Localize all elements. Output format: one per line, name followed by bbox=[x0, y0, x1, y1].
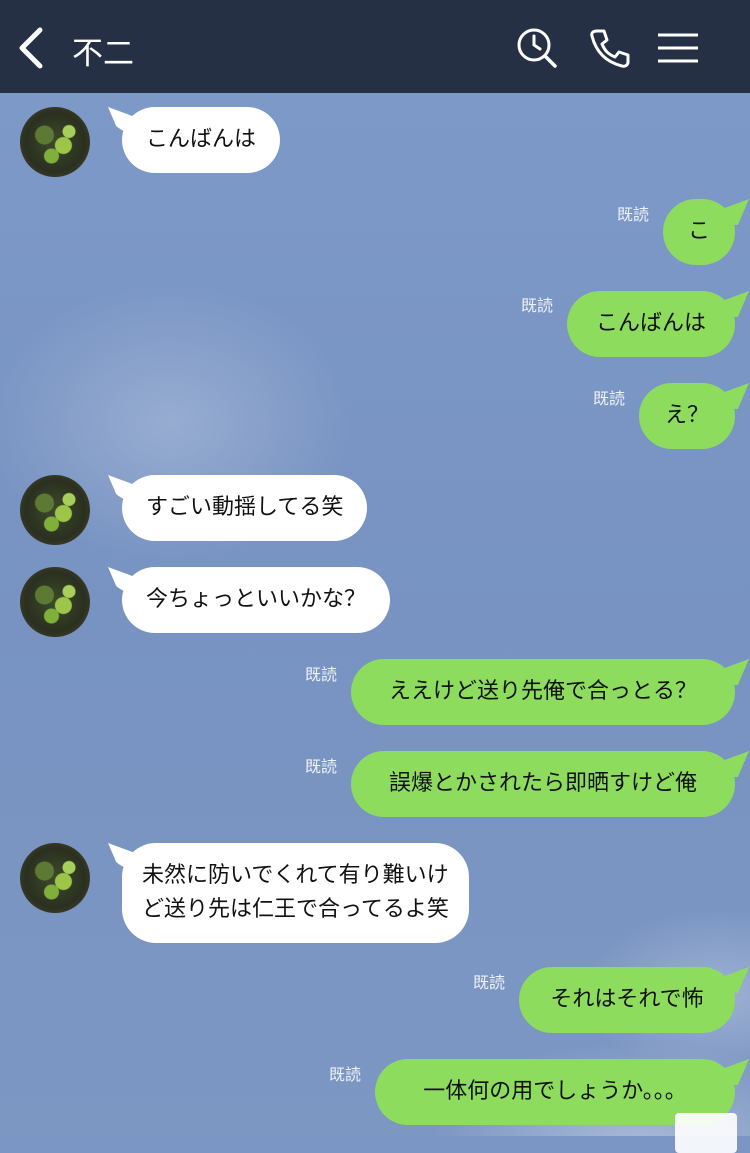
outgoing-message-bubble[interactable]: え？ bbox=[639, 383, 735, 449]
incoming-message-bubble[interactable]: 今ちょっといいかな？ bbox=[122, 567, 391, 633]
incoming-message-bubble[interactable]: 未然に防いでくれて有り難いけ ど送り先は仁王で合ってるよ笑 bbox=[122, 843, 469, 943]
outgoing-message-bubble[interactable]: それはそれで怖 bbox=[519, 967, 735, 1033]
read-receipt: 既読 bbox=[521, 296, 554, 315]
read-receipt: 既読 bbox=[593, 389, 626, 408]
menu-icon[interactable] bbox=[656, 26, 700, 70]
message-text-line: ど送り先は仁王で合ってるよ笑 bbox=[142, 897, 449, 922]
incoming-message-bubble[interactable]: すごい動揺してる笑 bbox=[122, 475, 368, 541]
outgoing-message-bubble[interactable]: こんばんは bbox=[567, 291, 735, 357]
message-text: 誤爆とかされたら即晒すけど俺 bbox=[388, 771, 697, 796]
contact-avatar[interactable] bbox=[20, 567, 90, 637]
chat-title: 不二 bbox=[72, 36, 134, 72]
search-history-icon[interactable] bbox=[515, 26, 559, 70]
contact-avatar[interactable] bbox=[20, 843, 90, 913]
outgoing-message-bubble[interactable]: 誤爆とかされたら即晒すけど俺 bbox=[351, 751, 735, 817]
chat-header: 不二 bbox=[0, 0, 750, 93]
message-text-line: 未然に防いでくれて有り難いけ bbox=[142, 863, 449, 888]
outgoing-message-bubble[interactable]: ええけど送り先俺で合っとる？ bbox=[351, 659, 735, 725]
phone-icon[interactable] bbox=[588, 26, 632, 70]
message-text: ええけど送り先俺で合っとる？ bbox=[388, 679, 697, 704]
contact-avatar[interactable] bbox=[20, 107, 90, 177]
message-text: こ bbox=[687, 219, 710, 244]
message-text: 今ちょっといいかな？ bbox=[146, 587, 367, 612]
back-arrow-icon[interactable] bbox=[14, 26, 48, 70]
outgoing-message-bubble[interactable]: こ bbox=[663, 199, 735, 265]
read-receipt: 既読 bbox=[473, 973, 506, 992]
scroll-to-bottom-button[interactable] bbox=[675, 1113, 737, 1153]
message-text: え？ bbox=[664, 403, 709, 428]
message-text: すごい動揺してる笑 bbox=[146, 495, 344, 520]
incoming-message-bubble[interactable]: こんばんは bbox=[122, 107, 281, 173]
read-receipt: 既読 bbox=[305, 665, 338, 684]
message-text: こんばんは bbox=[146, 127, 257, 152]
read-receipt: 既読 bbox=[305, 757, 338, 776]
message-text: こんばんは bbox=[595, 311, 706, 336]
read-receipt: 既読 bbox=[329, 1065, 362, 1084]
message-text: 一体何の用でしょうか。。。 bbox=[423, 1079, 687, 1104]
message-text: それはそれで怖 bbox=[550, 987, 704, 1012]
read-receipt: 既読 bbox=[617, 205, 650, 224]
contact-avatar[interactable] bbox=[20, 475, 90, 545]
